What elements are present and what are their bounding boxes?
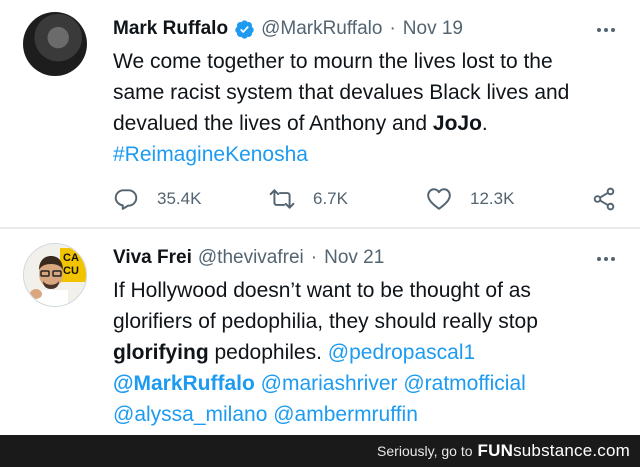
verified-badge-icon (235, 19, 254, 39)
watermark-brand[interactable]: FUNsubstance.com (478, 441, 630, 461)
tweet-date[interactable]: Nov 21 (324, 247, 384, 269)
header-separator: · (389, 18, 396, 39)
mention-link[interactable]: @ambermruffin (267, 403, 418, 426)
brand-substance: substance (513, 441, 593, 460)
hashtag-link[interactable]: #ReimagineKenosha (113, 143, 308, 166)
mention-link[interactable]: @ratmofficial (398, 372, 525, 395)
avatar-image: CA CU (24, 244, 86, 306)
tweet-text-segment: pedophiles. (208, 341, 328, 364)
retweet-button[interactable]: 6.7K (269, 184, 348, 214)
reply-count: 35.4K (157, 189, 202, 208)
more-options-icon[interactable] (594, 18, 618, 42)
watermark-text: Seriously, go to FUNsubstance.com (377, 435, 630, 467)
tweet-text-segment: . (481, 112, 488, 135)
mention-link[interactable]: @pedropascal1 (328, 341, 475, 364)
tweet-text: We come together to mourn the lives lost… (113, 46, 618, 170)
tweet-text-line: glorifiers of pedophilia, they should re… (113, 310, 538, 333)
tweet-text-line: @MarkRuffalo @mariashriver @ratmofficial (113, 368, 618, 399)
brand-tld: .com (592, 441, 630, 460)
avatar-mark-ruffalo[interactable] (23, 12, 87, 76)
svg-text:CU: CU (63, 265, 79, 277)
tweet-mark-ruffalo[interactable]: Mark Ruffalo @MarkRuffalo · Nov 19 We co… (0, 0, 640, 228)
tweet-text-bold: JoJo (432, 112, 482, 135)
tweet-header: Mark Ruffalo @MarkRuffalo · Nov 19 (113, 14, 463, 44)
more-options-icon[interactable] (594, 247, 618, 271)
like-count: 12.3K (470, 189, 515, 208)
tweet-text-line: We come together to mourn the lives lost… (113, 50, 553, 73)
tweet-text-line: glorifying pedophiles. @pedropascal1 (113, 337, 618, 368)
like-button[interactable]: 12.3K (426, 184, 514, 214)
header-separator: · (310, 247, 318, 268)
reply-button[interactable]: 35.4K (113, 184, 201, 214)
watermark-prefix: Seriously, go to (377, 443, 473, 459)
tweet-viva-frei[interactable]: CA CU Viva Frei @thevivafrei · Nov 21 If… (0, 229, 640, 435)
mention-link[interactable]: @MarkRuffalo (113, 372, 255, 395)
tweet-text: If Hollywood doesn’t want to be thought … (113, 275, 618, 430)
share-icon (593, 187, 615, 211)
retweet-count: 6.7K (313, 189, 348, 208)
tweet-text-segment: devalued the lives of Anthony and (113, 112, 433, 135)
tweet-date[interactable]: Nov 19 (403, 18, 463, 40)
like-icon (427, 188, 451, 210)
mention-link[interactable]: @mariashriver (255, 372, 398, 395)
tweet-text-line: same racist system that devalues Black l… (113, 81, 570, 104)
reply-icon (114, 189, 138, 210)
retweet-icon (269, 189, 295, 209)
tweet-text-line: @alyssa_milano @ambermruffin (113, 399, 618, 430)
author-name[interactable]: Mark Ruffalo (113, 18, 228, 40)
tweet-actions: 35.4K 6.7K 12.3K (113, 184, 623, 214)
mention-link[interactable]: @alyssa_milano (113, 403, 267, 426)
watermark-footer: Seriously, go to FUNsubstance.com (0, 435, 640, 467)
avatar-viva-frei[interactable]: CA CU (23, 243, 87, 307)
tweet-text-line: If Hollywood doesn’t want to be thought … (113, 279, 531, 302)
brand-fun: FUN (477, 441, 514, 460)
author-handle[interactable]: @MarkRuffalo (261, 18, 382, 40)
svg-text:CA: CA (63, 252, 79, 264)
share-button[interactable] (591, 184, 617, 214)
tweet-header: Viva Frei @thevivafrei · Nov 21 (113, 243, 384, 273)
author-name[interactable]: Viva Frei (113, 247, 192, 269)
tweet-text-line: devalued the lives of Anthony and JoJo. (113, 108, 618, 139)
author-handle[interactable]: @thevivafrei (198, 247, 304, 269)
tweet-text-bold: glorifying (113, 341, 209, 364)
